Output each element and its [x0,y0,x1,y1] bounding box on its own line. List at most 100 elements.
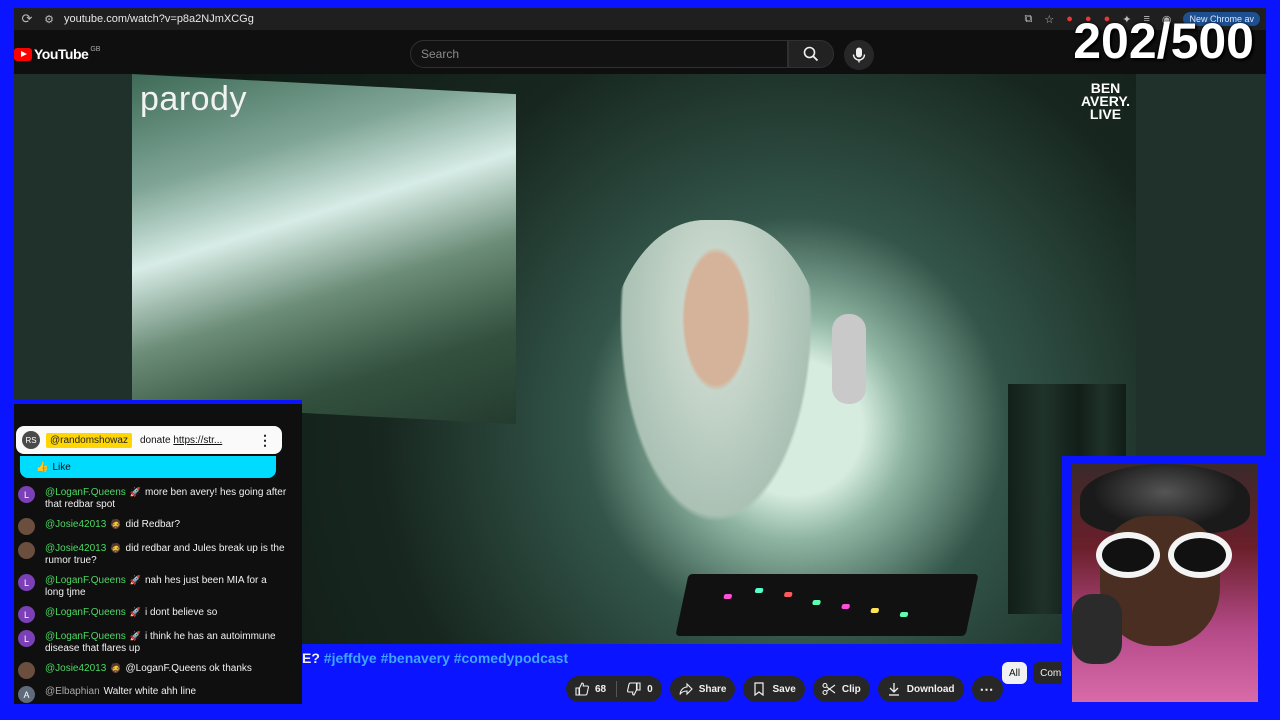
search-icon [803,46,819,62]
ben-avery-live-logo: BEN AVERY. LIVE [1081,81,1130,122]
chat-message-body: @LoganF.Queens 🚀 more ben avery! hes going… [45,486,288,511]
white-sunglasses [1096,532,1232,578]
like-dislike-group: 68 0 [566,676,662,702]
avatar[interactable] [18,662,35,679]
related-filters: All Com [1002,662,1069,684]
search-input[interactable]: Search [410,40,788,68]
chat-text: @LoganF.Queens ok thanks [125,663,252,674]
avatar[interactable]: A [18,686,35,703]
chat-message-body: @Josie42013 🧔 did redbar and Jules break u… [45,542,288,567]
clip-label: Clip [841,683,861,695]
thumbs-up-icon: 👍 [36,461,49,473]
chat-text: did Redbar? [125,519,181,530]
thumbs-down-icon [627,682,641,696]
chat-message-body: @LoganF.Queens 🚀 nah hes just been MIA for… [45,574,288,599]
chat-badge-icon: 🚀 [129,607,141,617]
microphone-icon [852,47,866,63]
scissors-icon [822,682,836,696]
like-button[interactable]: 68 [575,682,606,696]
chat-badge-icon: 🧔 [110,519,122,529]
bookmark-star-icon[interactable]: ☆ [1044,13,1054,26]
chat-author[interactable]: @LoganF.Queens [45,607,126,618]
youtube-logo[interactable]: YouTube GB [14,46,100,62]
save-button[interactable]: Save [743,676,805,702]
chat-author[interactable]: @LoganF.Queens [45,487,126,498]
share-label: Share [698,683,727,695]
divider [616,681,618,697]
avatar[interactable]: L [18,574,35,591]
share-icon [679,682,693,696]
chat-message: L @LoganF.Queens 🚀 i think he has an autoim… [18,630,288,655]
watermark-line: LIVE [1089,106,1122,122]
avatar[interactable]: L [18,486,35,503]
streamer-webcam [1062,456,1266,704]
chat-text: Walter white ahh line [103,686,197,697]
webcam-microphone [1072,594,1122,664]
hashtag-links[interactable]: #jeffdye #benavery #comedypodcast [324,650,568,666]
save-label: Save [772,683,796,695]
avatar: RS [22,431,40,449]
chat-author[interactable]: @Josie42013 [45,519,106,530]
pinned-text: donate https://str... [140,435,222,446]
download-button[interactable]: Download [877,676,964,702]
dislike-button[interactable]: 0 [627,682,653,696]
lens [1168,532,1232,578]
youtube-play-icon [14,47,32,61]
address-bar[interactable]: youtube.com/watch?v=p8a2NJmXCGg [64,13,254,25]
video-title: E? #jeffdye #benavery #comedypodcast [302,650,568,666]
chat-message-body: @LoganF.Queens 🚀 i think he has an autoimm… [45,630,288,655]
chat-message-body: @Elbaphian Walter white ahh line [45,686,196,698]
avatar[interactable]: L [18,606,35,623]
chat-message: A @Elbaphian Walter white ahh line [18,686,288,703]
host-figure [606,220,826,550]
chat-author[interactable]: @LoganF.Queens [45,575,126,586]
lens [1096,532,1160,578]
bookmark-icon [754,682,765,696]
chat-like-bar[interactable]: 👍 Like [20,456,276,478]
like-label: Like [52,461,71,473]
site-settings-icon[interactable]: ⚙ [40,13,58,26]
chat-badge-icon: 🚀 [129,631,141,641]
extension-icon[interactable]: ● [1066,13,1073,25]
download-label: Download [906,683,955,695]
share-button[interactable]: Share [669,676,736,702]
pinned-message: RS @randomshowaz donate https://str... ⋮ [16,426,282,454]
more-actions-button[interactable]: ⋯ [971,676,1003,702]
chat-message-body: @Josie42013 🧔 @LoganF.Queens ok thanks [45,662,252,675]
parody-label: parody [140,80,247,118]
progress-counter: 202/500 [1073,13,1254,69]
chat-author[interactable]: @LoganF.Queens [45,631,126,642]
youtube-wordmark: YouTube [34,46,89,62]
mixer-board [675,574,979,636]
avatar[interactable]: L [18,630,35,647]
live-chat-panel: RS @randomshowaz donate https://str... ⋮… [14,400,302,704]
chat-message: L @LoganF.Queens 🚀 more ben avery! hes goin… [18,486,288,511]
filter-chip-all[interactable]: All [1002,662,1028,684]
chat-author[interactable]: @Josie42013 [45,543,106,554]
chat-message-body: @LoganF.Queens 🚀 i dont believe so [45,606,217,619]
waterfall-screen [132,74,516,425]
chat-badge-icon: 🧔 [110,663,122,673]
pinned-author[interactable]: @randomshowaz [46,432,132,448]
chat-message-body: @Josie42013 🧔 did Redbar? [45,518,180,531]
chat-message-list: L @LoganF.Queens 🚀 more ben avery! hes goin… [18,486,288,704]
dislike-count: 0 [647,683,653,695]
avatar[interactable] [18,542,35,559]
voice-search-button[interactable] [844,40,874,70]
chat-author[interactable]: @Elbaphian [45,686,100,697]
chat-message: @Josie42013 🧔 did Redbar? [18,518,288,535]
pinned-prefix: donate [139,434,171,446]
search-button[interactable] [788,40,834,68]
video-actions: 68 0 Share Save Clip Download ⋯ [566,676,1003,702]
install-app-icon[interactable]: ⧉ [1025,13,1033,26]
clip-button[interactable]: Clip [812,676,870,702]
reload-icon[interactable]: ⟳ [14,11,40,27]
chat-message: @Josie42013 🧔 did redbar and Jules break u… [18,542,288,567]
chat-text: i dont believe so [144,607,218,618]
more-vertical-icon[interactable]: ⋮ [258,432,272,449]
avatar[interactable] [18,518,35,535]
chat-author[interactable]: @Josie42013 [45,663,106,674]
pinned-link[interactable]: https://str... [173,435,222,446]
chat-message: @Josie42013 🧔 @LoganF.Queens ok thanks [18,662,288,679]
chat-badge-icon: 🚀 [129,575,141,585]
